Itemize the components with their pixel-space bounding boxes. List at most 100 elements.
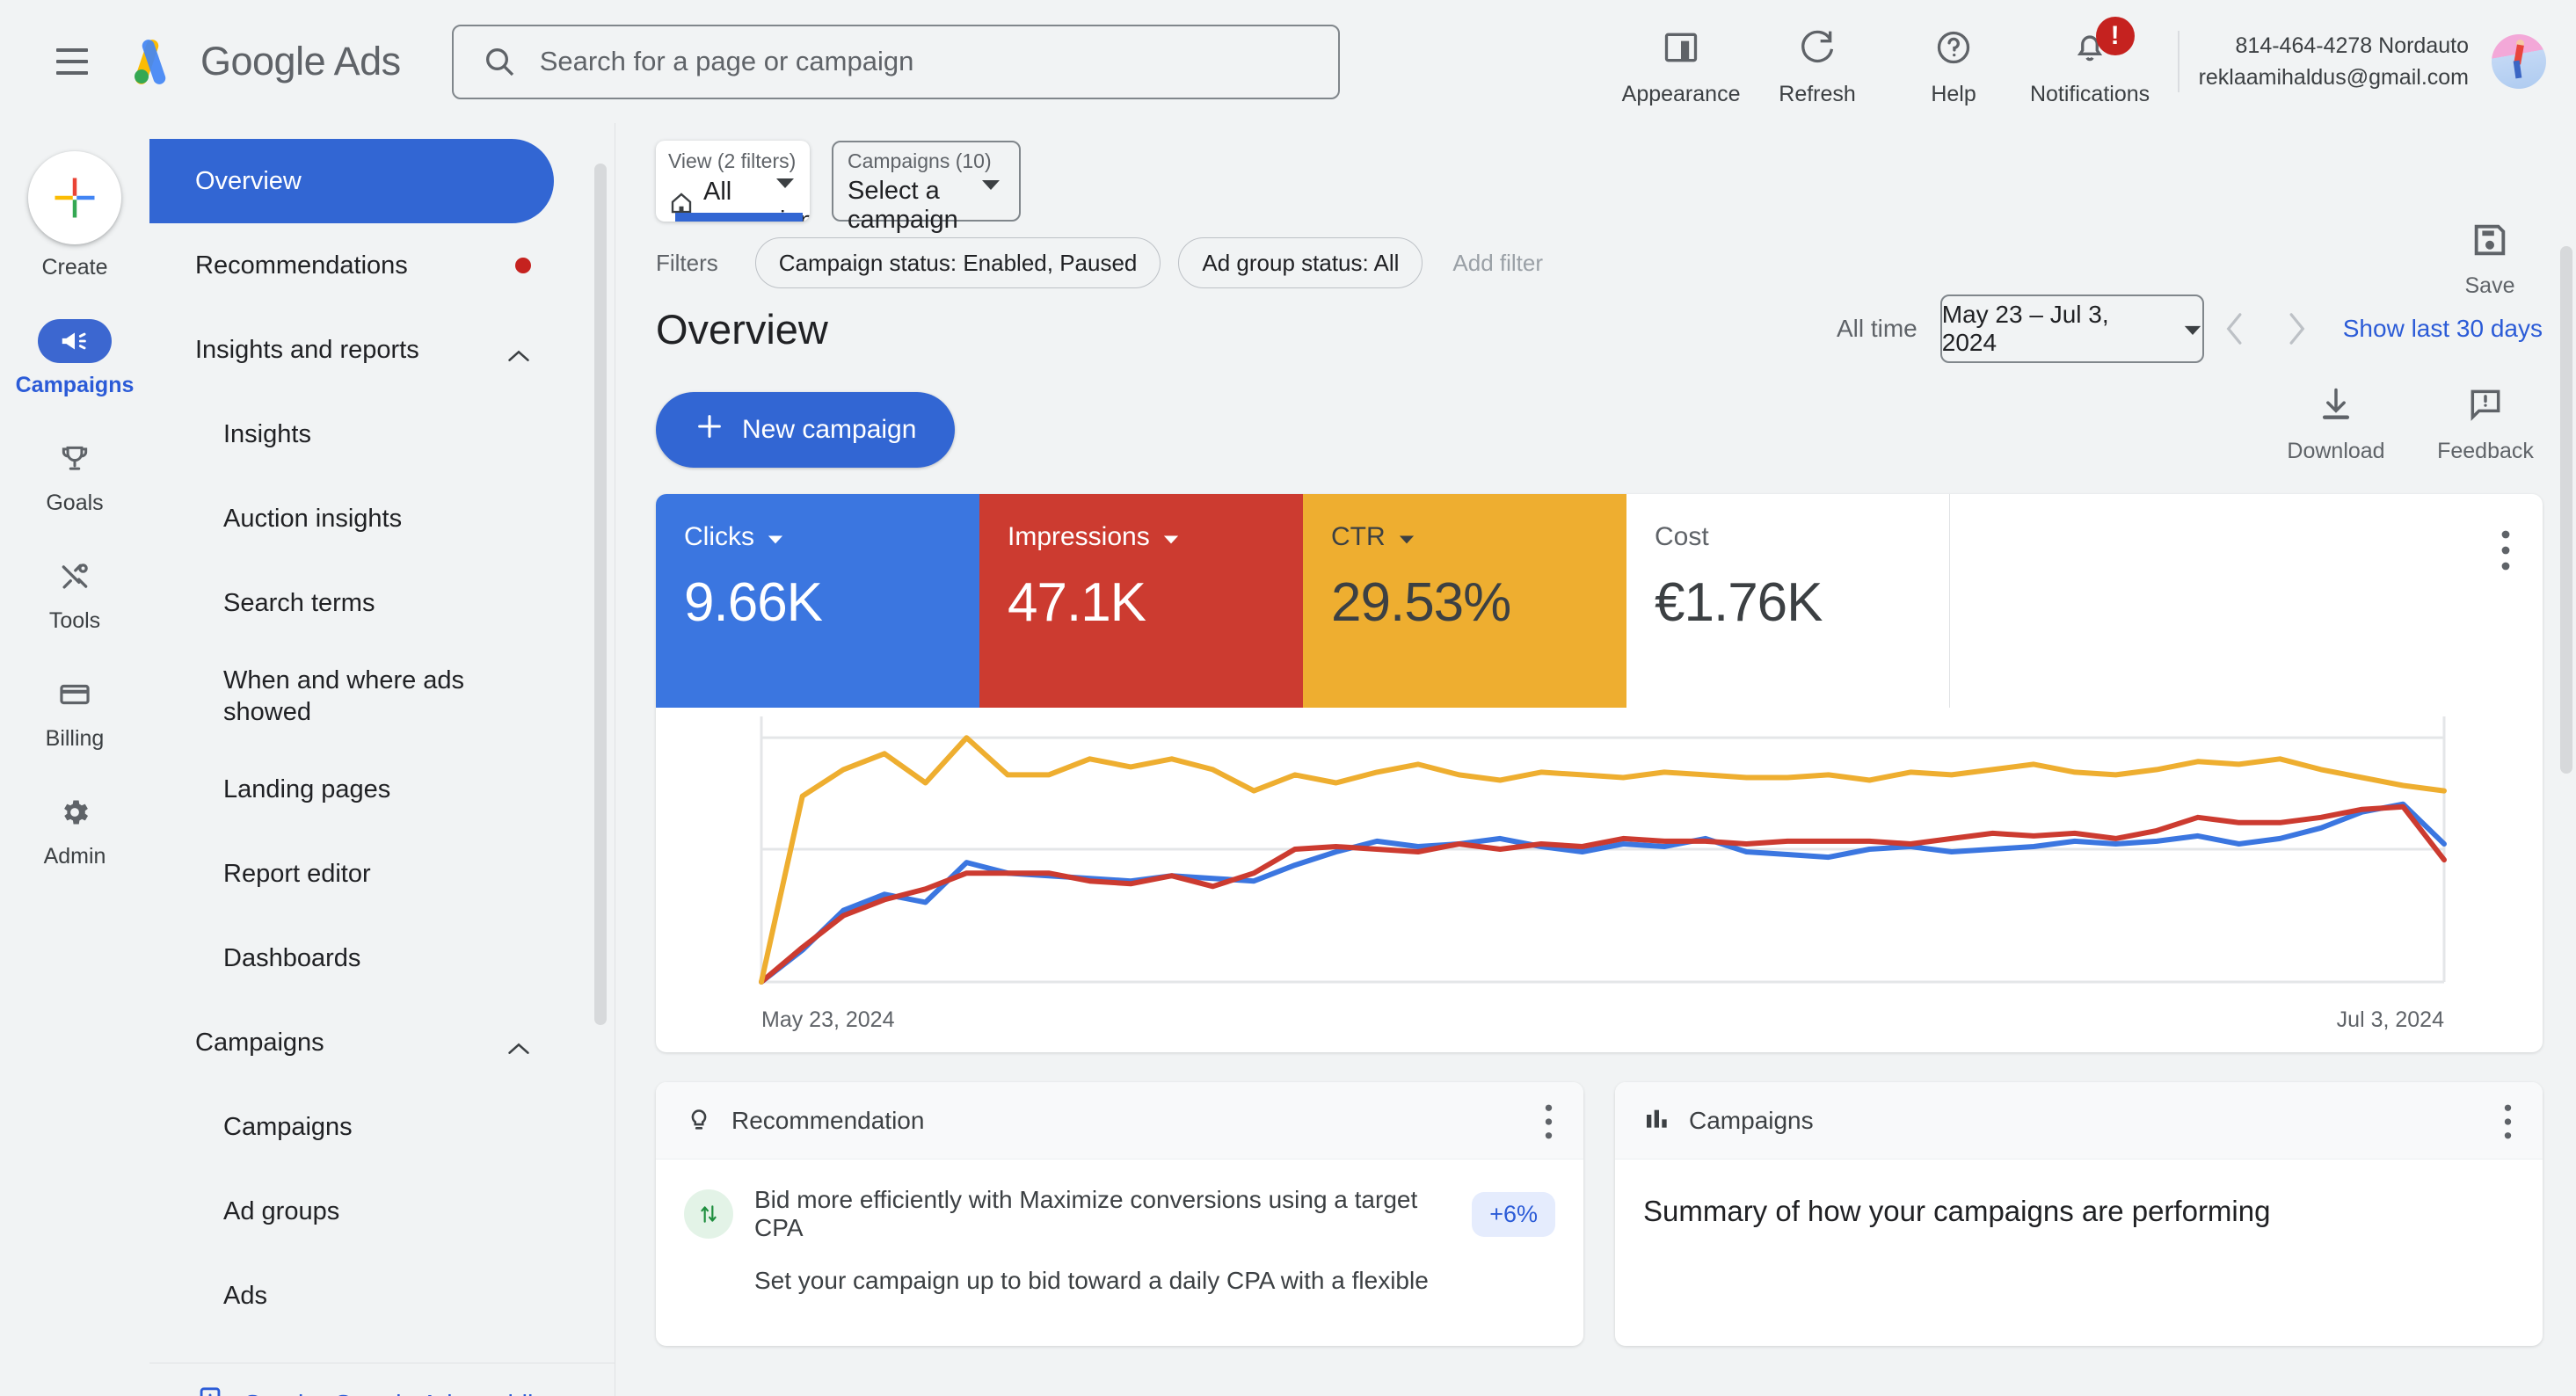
gear-icon: [38, 790, 112, 834]
sidebar-item-insights-and-reports[interactable]: Insights and reports: [149, 308, 554, 392]
new-campaign-button[interactable]: New campaign: [656, 392, 956, 468]
chevron-down-icon: [1398, 522, 1415, 552]
appearance-icon: [1662, 22, 1700, 73]
chevron-up-icon: [506, 342, 531, 361]
date-range-controls: All time May 23 – Jul 3, 2024 Show last …: [1837, 294, 2543, 363]
sidebar-item-campaigns[interactable]: Campaigns: [149, 1085, 615, 1169]
google-ads-logo[interactable]: Google Ads: [127, 33, 401, 91]
megaphone-icon: [38, 319, 112, 363]
avatar[interactable]: [2492, 34, 2546, 89]
download-button[interactable]: Download: [2279, 385, 2393, 464]
refresh-button[interactable]: Refresh: [1750, 17, 1886, 107]
mobile-app-link-label: Get the Google Ads mobile app: [243, 1391, 597, 1396]
metric-label-cost: Cost: [1655, 522, 1709, 551]
feedback-button[interactable]: Feedback: [2428, 385, 2543, 464]
appearance-label: Appearance: [1621, 81, 1741, 106]
plus-icon: [55, 178, 95, 218]
view-selector[interactable]: View (2 filters) All campaigns: [656, 141, 810, 222]
brand-title: Google Ads: [200, 39, 401, 84]
sidebar-item-insights[interactable]: Insights: [149, 392, 615, 476]
recommendation-item[interactable]: Bid more efficiently with Maximize conve…: [656, 1160, 1583, 1242]
sidebar-item-recommendations[interactable]: Recommendations: [149, 223, 554, 308]
main-content: View (2 filters) All campaigns Campaigns…: [616, 123, 2576, 1396]
help-button[interactable]: Help: [1886, 17, 2022, 107]
metric-tile-ctr[interactable]: CTR 29.53%: [1303, 494, 1626, 708]
metric-tile-cost[interactable]: Cost €1.76K: [1626, 494, 1950, 708]
recommendation-card-header: Recommendation: [656, 1082, 1583, 1160]
rail-item-billing[interactable]: Billing: [9, 673, 141, 752]
rail-item-tools[interactable]: Tools: [9, 555, 141, 634]
view-selector-active-bar: [675, 213, 803, 222]
notifications-button[interactable]: ! Notifications: [2022, 16, 2158, 107]
notifications-label: Notifications: [2029, 81, 2150, 106]
add-filter-button[interactable]: Add filter: [1452, 250, 1543, 277]
sidebar-item-campaigns-group[interactable]: Campaigns: [149, 1000, 554, 1085]
sidebar-label-insights-and-reports: Insights and reports: [195, 335, 419, 364]
rail-item-admin[interactable]: Admin: [9, 790, 141, 869]
account-info[interactable]: 814-464-4278 Nordauto reklaamihaldus@gma…: [2199, 30, 2469, 94]
rail-label-goals: Goals: [46, 491, 104, 515]
next-period-button[interactable]: [2266, 298, 2327, 360]
create-button[interactable]: [28, 151, 121, 244]
filter-chip-campaign-status[interactable]: Campaign status: Enabled, Paused: [754, 237, 1161, 288]
sidebar-item-report-editor[interactable]: Report editor: [149, 832, 615, 916]
create-label: Create: [41, 255, 108, 280]
sidebar-label-ad-groups: Ad groups: [223, 1196, 340, 1225]
show-last-30-days-link[interactable]: Show last 30 days: [2343, 315, 2543, 343]
feedback-icon: [2466, 385, 2505, 428]
prev-period-button[interactable]: [2204, 298, 2266, 360]
search-input[interactable]: Search for a page or campaign: [451, 24, 1340, 99]
campaign-selector[interactable]: Campaigns (10) Select a campaign: [832, 141, 1021, 234]
sidebar-item-auction-insights[interactable]: Auction insights: [149, 476, 615, 561]
chevron-down-icon: [980, 178, 1001, 196]
filter-chip-ad-group-status[interactable]: Ad group status: All: [1178, 237, 1423, 288]
recommendation-item-text: Bid more efficiently with Maximize conve…: [754, 1186, 1418, 1241]
sidebar-item-ad-groups[interactable]: Ad groups: [149, 1169, 615, 1254]
main-scrollbar[interactable]: [2560, 246, 2572, 774]
mobile-app-link[interactable]: Get the Google Ads mobile app: [149, 1363, 615, 1396]
download-app-icon: [195, 1386, 225, 1396]
sidebar-item-search-terms[interactable]: Search terms: [149, 561, 615, 645]
notifications-badge: !: [2095, 16, 2135, 55]
chevron-up-icon: [506, 1035, 531, 1054]
performance-chart[interactable]: May 23, 2024 Jul 3, 2024: [656, 708, 2543, 1052]
performance-card-menu[interactable]: [2500, 529, 2511, 576]
refresh-label: Refresh: [1779, 81, 1856, 106]
recommendations-alert-dot: [515, 258, 531, 273]
filters-label: Filters: [656, 249, 718, 276]
recommendation-card-menu[interactable]: [1544, 1103, 1554, 1145]
sidebar-item-ads[interactable]: Ads: [149, 1254, 615, 1338]
campaigns-card-summary: Summary of how your campaigns are perfor…: [1643, 1195, 2271, 1227]
sidebar-item-when-and-where-ads-showed[interactable]: When and where ads showed: [149, 645, 501, 747]
metric-tile-clicks[interactable]: Clicks 9.66K: [656, 494, 979, 708]
hamburger-menu-icon[interactable]: [46, 35, 98, 88]
updown-arrows-icon: [684, 1189, 733, 1239]
recommendation-card-title: Recommendation: [731, 1106, 925, 1134]
appearance-button[interactable]: Appearance: [1613, 17, 1750, 107]
rail-item-campaigns[interactable]: Campaigns: [9, 319, 141, 398]
sidebar-label-dashboards: Dashboards: [223, 943, 361, 972]
download-label: Download: [2287, 439, 2385, 463]
help-label: Help: [1931, 81, 1976, 106]
chevron-down-icon: [775, 176, 796, 194]
recommendation-card: Recommendation Bid more efficiently with…: [656, 1082, 1583, 1346]
date-range-selector[interactable]: May 23 – Jul 3, 2024: [1939, 294, 2204, 363]
chart-x-start-label: May 23, 2024: [761, 1007, 895, 1032]
rail-item-goals[interactable]: Goals: [9, 437, 141, 516]
barchart-icon: [1643, 1104, 1671, 1137]
campaigns-card-menu[interactable]: [2503, 1103, 2513, 1145]
recommendation-item-subtext: Set your campaign up to bid toward a dai…: [754, 1267, 1429, 1294]
sidebar-label-landing-pages: Landing pages: [223, 774, 391, 803]
metric-tiles: Clicks 9.66K Impressions 47.1K CTR 29.53…: [656, 494, 2543, 708]
sidebar-item-dashboards[interactable]: Dashboards: [149, 916, 615, 1000]
chart-x-end-label: Jul 3, 2024: [2336, 1007, 2444, 1032]
metric-value-cost: €1.76K: [1655, 572, 1823, 633]
campaigns-card-header: Campaigns: [1615, 1082, 2543, 1160]
sidebar-item-overview[interactable]: Overview: [149, 139, 554, 223]
sidebar-scrollbar[interactable]: [594, 164, 607, 1025]
metric-value-ctr: 29.53%: [1331, 572, 1511, 633]
lightbulb-icon: [684, 1103, 714, 1138]
metric-tile-impressions[interactable]: Impressions 47.1K: [979, 494, 1303, 708]
actions-row: New campaign Download Feedback: [616, 378, 2576, 484]
sidebar-item-landing-pages[interactable]: Landing pages: [149, 747, 615, 832]
